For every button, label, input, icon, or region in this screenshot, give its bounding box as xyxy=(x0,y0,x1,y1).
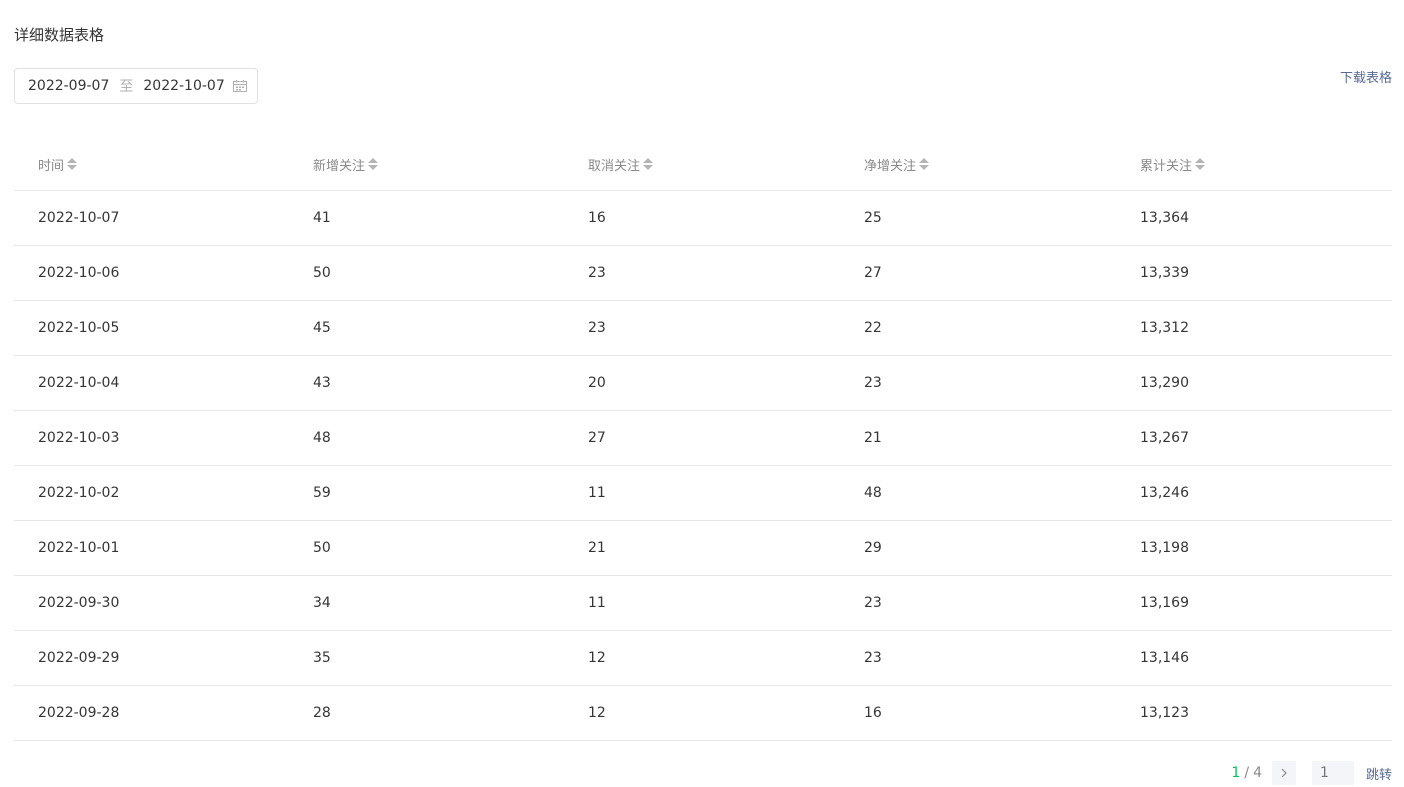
header-label: 净增关注 xyxy=(864,158,917,174)
header-cell-wrap[interactable]: 新增关注 xyxy=(313,155,379,174)
table-cell: 11 xyxy=(564,575,840,631)
table-cell: 23 xyxy=(564,300,840,356)
table-cell: 16 xyxy=(840,685,1116,741)
table-row: 2022-09-30 34 11 23 13,169 xyxy=(14,575,1392,631)
chevron-right-icon xyxy=(1281,768,1287,778)
table-row: 2022-10-06 50 23 27 13,339 xyxy=(14,245,1392,301)
header-total-follows[interactable]: 累计关注 xyxy=(1116,138,1392,191)
table-cell: 2022-10-05 xyxy=(14,300,289,356)
table-cell: 27 xyxy=(564,410,840,466)
date-separator: 至 xyxy=(119,79,134,95)
table-cell: 23 xyxy=(840,575,1116,631)
table-cell: 13,312 xyxy=(1116,300,1392,356)
pagination: 1 / 4 跳转 xyxy=(1231,761,1392,785)
page-separator: / xyxy=(1244,765,1250,781)
table-cell: 13,339 xyxy=(1116,245,1392,301)
table-row: 2022-10-03 48 27 21 13,267 xyxy=(14,410,1392,466)
section-title: 详细数据表格 xyxy=(14,26,105,44)
table-header-row: 时间 新增关注 取消关注 净增关注 累计关注 xyxy=(14,138,1392,191)
sort-icon[interactable] xyxy=(643,157,654,171)
page-jump-input[interactable] xyxy=(1311,761,1354,785)
table-cell: 13,198 xyxy=(1116,520,1392,576)
date-range-picker[interactable]: 2022-09-07 至 2022-10-07 xyxy=(14,68,258,104)
table-row: 2022-10-04 43 20 23 13,290 xyxy=(14,355,1392,411)
table-cell: 2022-10-07 xyxy=(14,190,289,246)
table-cell: 22 xyxy=(840,300,1116,356)
table-cell: 28 xyxy=(289,685,564,741)
header-cell-wrap[interactable]: 取消关注 xyxy=(588,155,654,174)
table-row: 2022-10-02 59 11 48 13,246 xyxy=(14,465,1392,521)
download-table-link[interactable]: 下载表格 xyxy=(1340,69,1392,89)
current-page: 1 xyxy=(1231,765,1241,781)
table-cell: 20 xyxy=(564,355,840,411)
table-cell: 23 xyxy=(840,355,1116,411)
header-cell-wrap[interactable]: 净增关注 xyxy=(864,155,930,174)
header-label: 取消关注 xyxy=(588,158,641,174)
sort-icon[interactable] xyxy=(1195,157,1206,171)
table-cell: 21 xyxy=(840,410,1116,466)
table-cell: 13,169 xyxy=(1116,575,1392,631)
table-cell: 11 xyxy=(564,465,840,521)
total-pages: 4 xyxy=(1253,765,1262,781)
table-cell: 25 xyxy=(840,190,1116,246)
table-cell: 48 xyxy=(289,410,564,466)
table-cell: 23 xyxy=(840,630,1116,686)
table-cell: 50 xyxy=(289,245,564,301)
table-cell: 13,364 xyxy=(1116,190,1392,246)
sort-icon[interactable] xyxy=(368,157,379,171)
header-label: 新增关注 xyxy=(313,158,366,174)
table-cell: 59 xyxy=(289,465,564,521)
table-cell: 2022-10-01 xyxy=(14,520,289,576)
sort-icon[interactable] xyxy=(919,157,930,171)
table-cell: 27 xyxy=(840,245,1116,301)
table-cell: 48 xyxy=(840,465,1116,521)
table-cell: 13,146 xyxy=(1116,630,1392,686)
table-cell: 2022-09-30 xyxy=(14,575,289,631)
table-cell: 2022-10-03 xyxy=(14,410,289,466)
header-cell-wrap[interactable]: 累计关注 xyxy=(1140,155,1206,174)
table-cell: 2022-10-04 xyxy=(14,355,289,411)
table-row: 2022-10-07 41 16 25 13,364 xyxy=(14,190,1392,246)
next-page-button[interactable] xyxy=(1271,761,1296,785)
sort-icon[interactable] xyxy=(67,157,78,171)
table-cell: 34 xyxy=(289,575,564,631)
table-cell: 2022-09-28 xyxy=(14,685,289,741)
header-label: 累计关注 xyxy=(1140,158,1193,174)
header-new-follows[interactable]: 新增关注 xyxy=(289,138,564,191)
date-end[interactable]: 2022-10-07 xyxy=(143,78,224,94)
table-cell: 45 xyxy=(289,300,564,356)
table-cell: 23 xyxy=(564,245,840,301)
date-start[interactable]: 2022-09-07 xyxy=(28,78,109,94)
table-cell: 21 xyxy=(564,520,840,576)
table-cell: 12 xyxy=(564,685,840,741)
table-cell: 13,246 xyxy=(1116,465,1392,521)
calendar-icon[interactable] xyxy=(233,80,247,92)
header-cell-wrap[interactable]: 时间 xyxy=(38,155,78,174)
table-cell: 12 xyxy=(564,630,840,686)
table-cell: 35 xyxy=(289,630,564,686)
header-unfollows[interactable]: 取消关注 xyxy=(564,138,840,191)
header-time[interactable]: 时间 xyxy=(14,138,289,191)
table-row: 2022-10-05 45 23 22 13,312 xyxy=(14,300,1392,356)
table-row: 2022-09-29 35 12 23 13,146 xyxy=(14,630,1392,686)
table-cell: 50 xyxy=(289,520,564,576)
jump-button[interactable]: 跳转 xyxy=(1366,764,1392,783)
header-label: 时间 xyxy=(38,158,65,174)
table-cell: 13,290 xyxy=(1116,355,1392,411)
table-row: 2022-10-01 50 21 29 13,198 xyxy=(14,520,1392,576)
table-cell: 41 xyxy=(289,190,564,246)
header-net-follows[interactable]: 净增关注 xyxy=(840,138,1116,191)
data-table: 时间 新增关注 取消关注 净增关注 累计关注 2022-10-07 41 16 25 13,36… xyxy=(14,138,1392,741)
table-cell: 16 xyxy=(564,190,840,246)
table-cell: 43 xyxy=(289,355,564,411)
table-cell: 2022-09-29 xyxy=(14,630,289,686)
table-body: 2022-10-07 41 16 25 13,364 2022-10-06 50 23 27 13… xyxy=(14,190,1392,741)
table-cell: 2022-10-06 xyxy=(14,245,289,301)
table-cell: 13,123 xyxy=(1116,685,1392,741)
table-row: 2022-09-28 28 12 16 13,123 xyxy=(14,685,1392,741)
table-cell: 2022-10-02 xyxy=(14,465,289,521)
table-cell: 29 xyxy=(840,520,1116,576)
table-cell: 13,267 xyxy=(1116,410,1392,466)
